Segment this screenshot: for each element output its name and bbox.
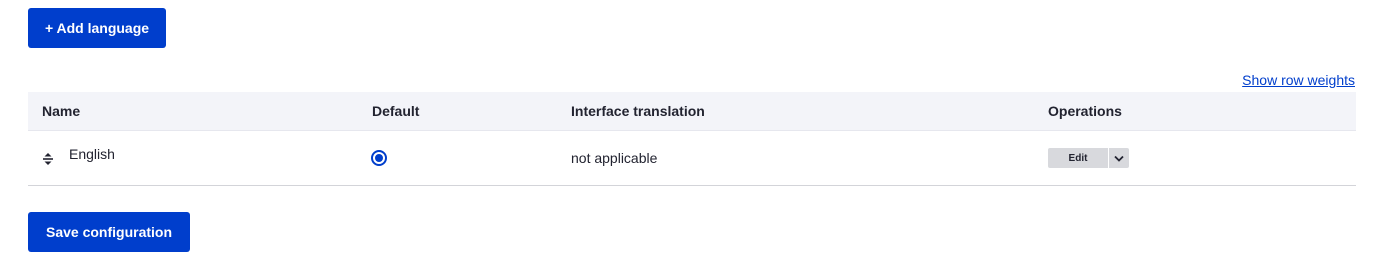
column-header-default: Default — [372, 103, 420, 119]
table-header: Name Default Interface translation Opera… — [28, 92, 1356, 131]
interface-translation-status: not applicable — [571, 150, 658, 166]
languages-page: + Add language Show row weights Name Def… — [0, 0, 1380, 258]
default-language-radio[interactable] — [371, 150, 387, 166]
column-header-name: Name — [42, 103, 81, 119]
edit-button[interactable]: Edit — [1048, 148, 1108, 168]
chevron-down-icon — [1114, 149, 1124, 167]
language-name: English — [69, 146, 115, 162]
table-row: English not applicable Edit — [28, 131, 1356, 186]
add-language-button[interactable]: + Add language — [28, 8, 166, 48]
languages-table: Name Default Interface translation Opera… — [28, 92, 1356, 186]
save-configuration-button[interactable]: Save configuration — [28, 212, 190, 252]
drag-handle-icon[interactable] — [42, 152, 54, 166]
column-header-operations: Operations — [1048, 103, 1122, 119]
show-row-weights-link[interactable]: Show row weights — [1242, 72, 1355, 88]
column-header-interface-translation: Interface translation — [571, 103, 705, 119]
operations-toggle-button[interactable] — [1109, 148, 1129, 168]
operations-dropbutton: Edit — [1048, 148, 1129, 168]
